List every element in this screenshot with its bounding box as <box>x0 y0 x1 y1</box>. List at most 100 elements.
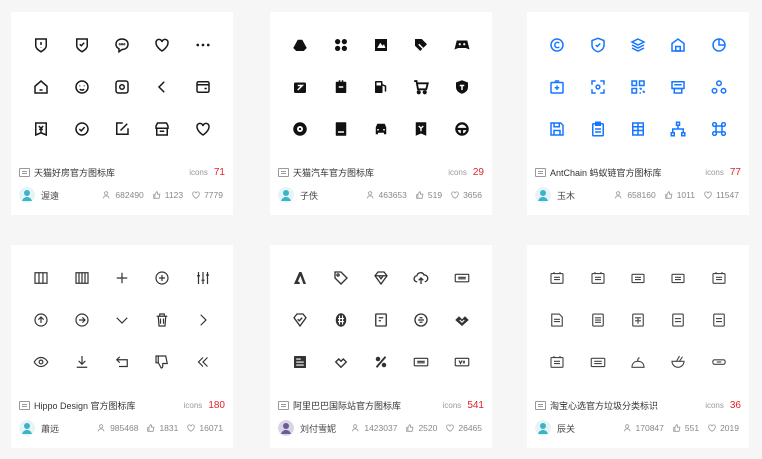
plus-icon[interactable] <box>102 257 142 299</box>
avatar[interactable] <box>535 420 551 436</box>
currency-circle-icon[interactable] <box>401 299 441 341</box>
car-front-icon[interactable] <box>361 108 401 150</box>
download-icon[interactable] <box>61 341 101 383</box>
recycle-label-icon[interactable] <box>537 341 577 383</box>
recycle-label-icon[interactable] <box>618 257 658 299</box>
apps-icon[interactable] <box>320 24 360 66</box>
document-icon[interactable] <box>361 299 401 341</box>
camera-icon[interactable] <box>102 66 142 108</box>
letter-a-icon[interactable] <box>280 257 320 299</box>
scan-icon[interactable] <box>577 66 617 108</box>
trash-icon[interactable] <box>142 299 182 341</box>
manual-icon[interactable] <box>320 108 360 150</box>
chevron-left-icon[interactable] <box>142 66 182 108</box>
chevron-right-icon[interactable] <box>183 299 223 341</box>
library-card[interactable]: AntChain 蚂蚁链官方图标库 icons 77 玉木 658160 101… <box>527 12 749 215</box>
food-waste-icon[interactable] <box>618 341 658 383</box>
home-icon[interactable] <box>21 66 61 108</box>
author-name[interactable]: 渥遠 <box>41 189 94 202</box>
tire-icon[interactable] <box>280 108 320 150</box>
battery-icon[interactable] <box>320 66 360 108</box>
newspaper-icon[interactable] <box>280 341 320 383</box>
rfq-badge-icon[interactable] <box>401 341 441 383</box>
thumbs-down-icon[interactable] <box>142 341 182 383</box>
hierarchy-icon[interactable] <box>658 108 698 150</box>
recycle-label-icon[interactable] <box>577 341 617 383</box>
author-name[interactable]: 玉木 <box>557 189 606 202</box>
price-tag-icon[interactable] <box>401 108 441 150</box>
avatar[interactable] <box>278 420 294 436</box>
author-name[interactable]: 子佚 <box>300 189 358 202</box>
shield-check-icon[interactable] <box>577 24 617 66</box>
sliders-icon[interactable] <box>183 257 223 299</box>
author-name[interactable]: 刘付雪妮 <box>300 422 343 435</box>
library-card[interactable]: 天猫汽车官方图标库 icons 29 子佚 463653 519 3656 <box>270 12 492 215</box>
verified-diamond-icon[interactable] <box>280 299 320 341</box>
fuel-icon[interactable] <box>361 66 401 108</box>
recycle-label-icon[interactable] <box>577 257 617 299</box>
table-icon[interactable] <box>618 108 658 150</box>
layers-icon[interactable] <box>618 24 658 66</box>
library-title[interactable]: 淘宝心选官方垃圾分类标识 <box>550 399 705 412</box>
heart-icon[interactable] <box>142 24 182 66</box>
plus-circle-icon[interactable] <box>142 257 182 299</box>
chat-bubble-icon[interactable] <box>102 24 142 66</box>
library-card[interactable]: 阿里巴巴国际站官方图标库 icons 541 刘付雪妮 1423037 2520… <box>270 245 492 448</box>
diamond-icon[interactable] <box>361 257 401 299</box>
copyright-icon[interactable] <box>537 24 577 66</box>
avatar[interactable] <box>278 187 294 203</box>
store-icon[interactable] <box>142 108 182 150</box>
gamepad-icon[interactable] <box>442 24 482 66</box>
author-name[interactable]: 辰关 <box>557 422 615 435</box>
library-card[interactable]: Hippo Design 官方图标库 icons 180 蕭远 985468 1… <box>11 245 233 448</box>
cart-icon[interactable] <box>401 66 441 108</box>
library-card[interactable]: 天猫好房官方图标库 icons 71 渥遠 682490 1123 7779 <box>11 12 233 215</box>
cloud-upload-icon[interactable] <box>401 257 441 299</box>
recycle-label-icon[interactable] <box>658 257 698 299</box>
arrow-up-circle-icon[interactable] <box>21 299 61 341</box>
checkmark-diamond-icon[interactable] <box>320 341 360 383</box>
clipboard-icon[interactable] <box>577 108 617 150</box>
library-title[interactable]: 阿里巴巴国际站官方图标库 <box>293 399 443 412</box>
library-title[interactable]: 天猫好房官方图标库 <box>34 166 189 179</box>
check-circle-icon[interactable] <box>61 108 101 150</box>
chevron-down-icon[interactable] <box>102 299 142 341</box>
shield-badge-icon[interactable] <box>442 66 482 108</box>
medical-box-icon[interactable] <box>537 66 577 108</box>
recycle-label-icon[interactable] <box>699 299 739 341</box>
more-icon[interactable] <box>183 24 223 66</box>
smile-icon[interactable] <box>61 66 101 108</box>
shield-alert-icon[interactable] <box>21 24 61 66</box>
pie-chart-icon[interactable] <box>699 24 739 66</box>
recycle-label-icon[interactable] <box>658 299 698 341</box>
document-label-icon[interactable] <box>537 299 577 341</box>
handshake-icon[interactable] <box>442 299 482 341</box>
coin-icon[interactable] <box>320 299 360 341</box>
recycle-label-icon[interactable] <box>699 257 739 299</box>
eye-icon[interactable] <box>21 341 61 383</box>
steering-wheel-icon[interactable] <box>442 108 482 150</box>
heart-outline-icon[interactable] <box>183 108 223 150</box>
wallet-icon[interactable] <box>183 66 223 108</box>
recycle-label-icon[interactable] <box>577 299 617 341</box>
library-title[interactable]: Hippo Design 官方图标库 <box>34 399 184 412</box>
pen-icon[interactable] <box>401 24 441 66</box>
double-chevron-left-icon[interactable] <box>183 341 223 383</box>
tag-icon[interactable] <box>320 257 360 299</box>
library-title[interactable]: 天猫汽车官方图标库 <box>293 166 448 179</box>
network-icon[interactable] <box>699 66 739 108</box>
connect-icon[interactable] <box>699 108 739 150</box>
save-icon[interactable] <box>537 108 577 150</box>
avatar[interactable] <box>19 187 35 203</box>
bowl-icon[interactable] <box>658 341 698 383</box>
avatar[interactable] <box>535 187 551 203</box>
undo-icon[interactable] <box>102 341 142 383</box>
author-name[interactable]: 蕭远 <box>41 422 89 435</box>
recycle-label-icon[interactable] <box>618 299 658 341</box>
home-icon[interactable] <box>658 24 698 66</box>
vs-badge-icon[interactable] <box>442 341 482 383</box>
qrcode-icon[interactable] <box>618 66 658 108</box>
library-card[interactable]: 淘宝心选官方垃圾分类标识 icons 36 辰关 170847 551 2019 <box>527 245 749 448</box>
printer-icon[interactable] <box>658 66 698 108</box>
arrow-right-circle-icon[interactable] <box>61 299 101 341</box>
